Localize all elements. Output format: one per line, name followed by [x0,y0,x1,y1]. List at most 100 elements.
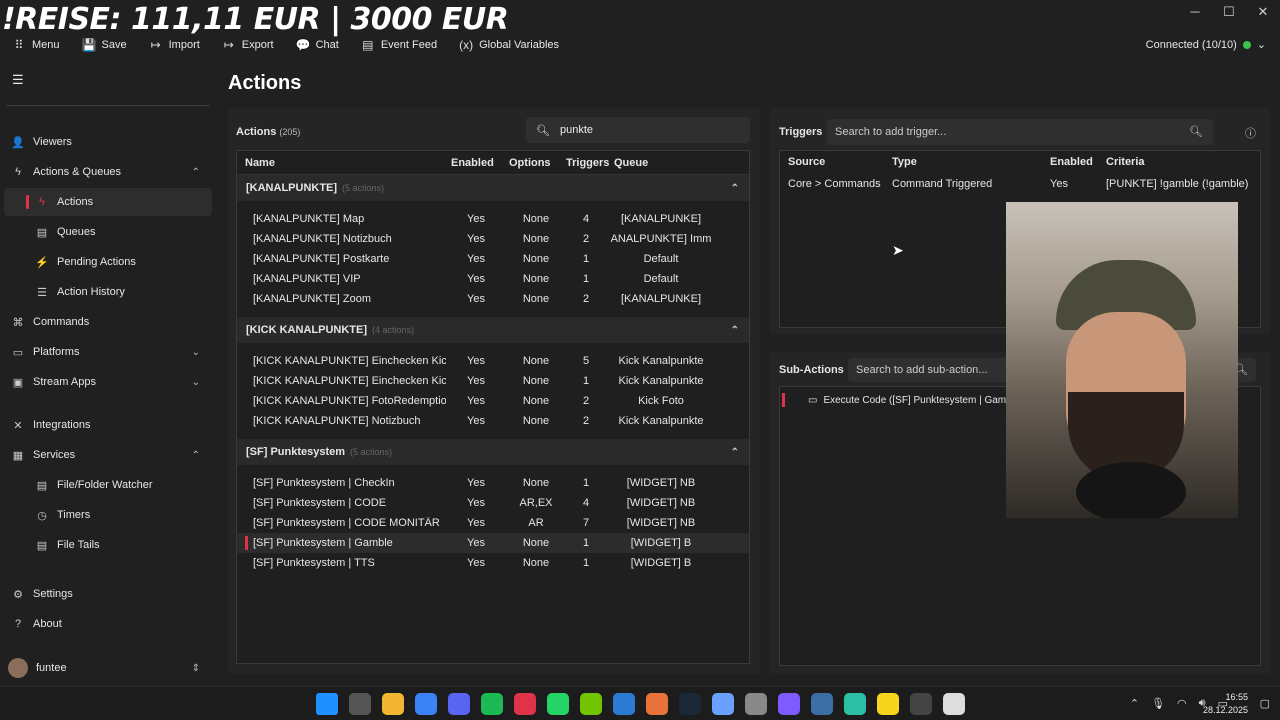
trigger-search[interactable]: Search to add trigger... 🔍︎ [827,119,1213,145]
sub-action-search-input[interactable]: Search to add sub-action... [856,364,987,376]
taskbar-app-icon[interactable] [778,693,800,715]
action-name: [KANALPUNKTE] Zoom [253,293,371,305]
connection-status[interactable]: Connected (10/10) ⌄ [1146,38,1266,52]
column-header-criteria[interactable]: Criteria [1106,156,1256,168]
taskbar-app-icon[interactable] [382,693,404,715]
notification-icon[interactable]: ▢ [1260,697,1270,710]
chevron-up-icon[interactable]: ⌃ [731,447,739,458]
toolbar-save-button[interactable]: 💾 Save [82,38,127,52]
toolbar-menu-button[interactable]: ⠿ Menu [12,38,60,52]
sidebar-item-queues[interactable]: ▤ Queues [0,218,216,246]
table-row[interactable]: Core > Commands Command Triggered Yes [P… [780,173,1260,195]
platforms-icon: ▭ [12,346,24,359]
taskbar-app-icon[interactable] [943,693,965,715]
action-group-header[interactable]: [KANALPUNKTE] (5 actions) ⌃ [237,175,749,201]
sub-action-item[interactable]: ▭ Execute Code ([SF] Punktesystem | Gamb… [782,391,1019,409]
close-button[interactable]: ✕ [1246,4,1280,20]
sidebar-item-timers[interactable]: ◷ Timers [0,501,216,529]
column-header-triggers[interactable]: Triggers [566,157,609,169]
sidebar-item-stream-apps[interactable]: ▣ Stream Apps ⌄ [0,368,216,396]
timer-icon: ◷ [37,509,47,522]
table-row[interactable]: [SF] Punktesystem | TTS Yes None 1 [WIDGET] … [237,553,749,573]
sidebar-item-platforms[interactable]: ▭ Platforms ⌄ [0,338,216,366]
action-group-header[interactable]: [SF] Punktesystem (5 actions) ⌃ [237,439,749,465]
taskbar-app-icon[interactable] [514,693,536,715]
chevron-up-icon[interactable]: ⌃ [1130,697,1139,710]
table-row[interactable]: [KANALPUNKTE] Notizbuch Yes None 2 ANALPUNKT… [237,229,749,249]
maximize-button[interactable]: ☐ [1212,4,1246,20]
sidebar-item-pending-actions[interactable]: ⚡ Pending Actions [0,248,216,276]
microphone-icon[interactable]: 🎙︎ [1151,697,1165,710]
action-options: None [522,273,550,285]
column-header-name[interactable]: Name [237,157,446,169]
action-group-header[interactable]: [KICK KANALPUNKTE] (4 actions) ⌃ [237,317,749,343]
column-header-enabled[interactable]: Enabled [1050,156,1106,168]
column-header-source[interactable]: Source [780,156,892,168]
sidebar-item-actions-queues[interactable]: ϟ Actions & Queues ⌃ [0,158,216,186]
sidebar-item-commands[interactable]: ⌘ Commands [0,308,216,336]
actions-search[interactable]: 🔍︎ [526,117,750,143]
table-row[interactable]: [SF] Punktesystem | CODE Yes AR,EX 4 [WIDGET… [237,493,749,513]
taskbar-app-icon[interactable] [415,693,437,715]
taskbar-app-icon[interactable] [844,693,866,715]
table-row[interactable]: [KICK KANALPUNKTE] Einchecken Kick Add Ye… [237,371,749,391]
actions-search-input[interactable] [559,124,740,136]
toolbar-event-feed-button[interactable]: ▤ Event Feed [361,38,437,52]
toolbar-import-button[interactable]: ↦ Import [149,38,200,52]
taskbar-app-icon[interactable] [547,693,569,715]
sidebar-item-integrations[interactable]: ✕ Integrations [0,411,216,439]
table-row[interactable]: [SF] Punktesystem | CheckIn Yes None 1 [WIDG… [237,473,749,493]
column-header-options[interactable]: Options [506,157,566,169]
toolbar-global-variables-button[interactable]: (x) Global Variables [459,38,559,52]
taskbar-app-icon[interactable] [679,693,701,715]
table-row[interactable]: [KANALPUNKTE] Map Yes None 4 [KANALPUNKE] [237,209,749,229]
taskbar-app-icon[interactable] [481,693,503,715]
action-queue: Kick Foto [638,395,684,407]
sidebar-item-action-history[interactable]: ☰ Action History [0,278,216,306]
trigger-search-input[interactable]: Search to add trigger... [835,126,946,138]
toolbar-item-label: Menu [32,39,60,51]
column-header-type[interactable]: Type [892,156,1050,168]
toolbar-export-button[interactable]: ↦ Export [222,38,274,52]
start-icon[interactable] [316,693,338,715]
sidebar-item-actions[interactable]: ϟ Actions [4,188,212,216]
taskbar-app-icon[interactable] [580,693,602,715]
taskbar-app-icon[interactable] [910,693,932,715]
action-enabled: Yes [467,375,485,387]
user-menu[interactable]: funtee ⇕ [0,654,216,682]
sidebar-item-services[interactable]: ▦ Services ⌃ [0,441,216,469]
minimize-button[interactable]: ─ [1178,4,1212,20]
clock[interactable]: 16:55 28.12.2025 [1203,691,1248,717]
toolbar-chat-button[interactable]: 💬 Chat [296,38,339,52]
table-row[interactable]: [KICK KANALPUNKTE] Notizbuch Yes None 2 Kick… [237,411,749,431]
taskbar-app-icon[interactable] [745,693,767,715]
taskbar-app-icon[interactable] [349,693,371,715]
table-row[interactable]: [KICK KANALPUNKTE] FotoRedemption Yes None… [237,391,749,411]
table-row[interactable]: [KANALPUNKTE] VIP Yes None 1 Default [237,269,749,289]
chevron-up-icon[interactable]: ⌃ [731,325,739,336]
table-row[interactable]: [KICK KANALPUNKTE] Einchecken Kick Yes Non… [237,351,749,371]
wifi-icon[interactable]: ◠ [1177,697,1187,710]
table-row[interactable]: [KANALPUNKTE] Postkarte Yes None 1 Default [237,249,749,269]
chevron-up-icon[interactable]: ⌃ [731,183,739,194]
taskbar-app-icon[interactable] [646,693,668,715]
taskbar-app-icon[interactable] [811,693,833,715]
sidebar-item-settings[interactable]: ⚙ Settings [0,580,216,608]
table-row[interactable]: [SF] Punktesystem | CODE MONITÄR Yes AR 7 [W… [237,513,749,533]
table-row[interactable]: [KANALPUNKTE] Zoom Yes None 2 [KANALPUNKE] [237,289,749,309]
sidebar-item-file-folder-watcher[interactable]: ▤ File/Folder Watcher [0,471,216,499]
sidebar-item-viewers[interactable]: 👤 Viewers [0,128,216,156]
taskbar-app-icon[interactable] [712,693,734,715]
info-icon[interactable]: ⓘ [1245,125,1256,141]
column-header-enabled[interactable]: Enabled [446,157,506,169]
taskbar-app-icon[interactable] [448,693,470,715]
sidebar-item-about[interactable]: ? About [0,610,216,638]
table-row[interactable]: [SF] Punktesystem | Gamble Yes None 1 [WIDGE… [237,533,749,553]
taskbar-app-icon[interactable] [877,693,899,715]
hamburger-icon[interactable]: ☰ [12,72,24,88]
sidebar-item-file-tails[interactable]: ▤ File Tails [0,531,216,559]
column-header-queue[interactable]: Queue [606,157,716,169]
sidebar-item-label: Queues [57,226,96,238]
taskbar-app-icon[interactable] [613,693,635,715]
